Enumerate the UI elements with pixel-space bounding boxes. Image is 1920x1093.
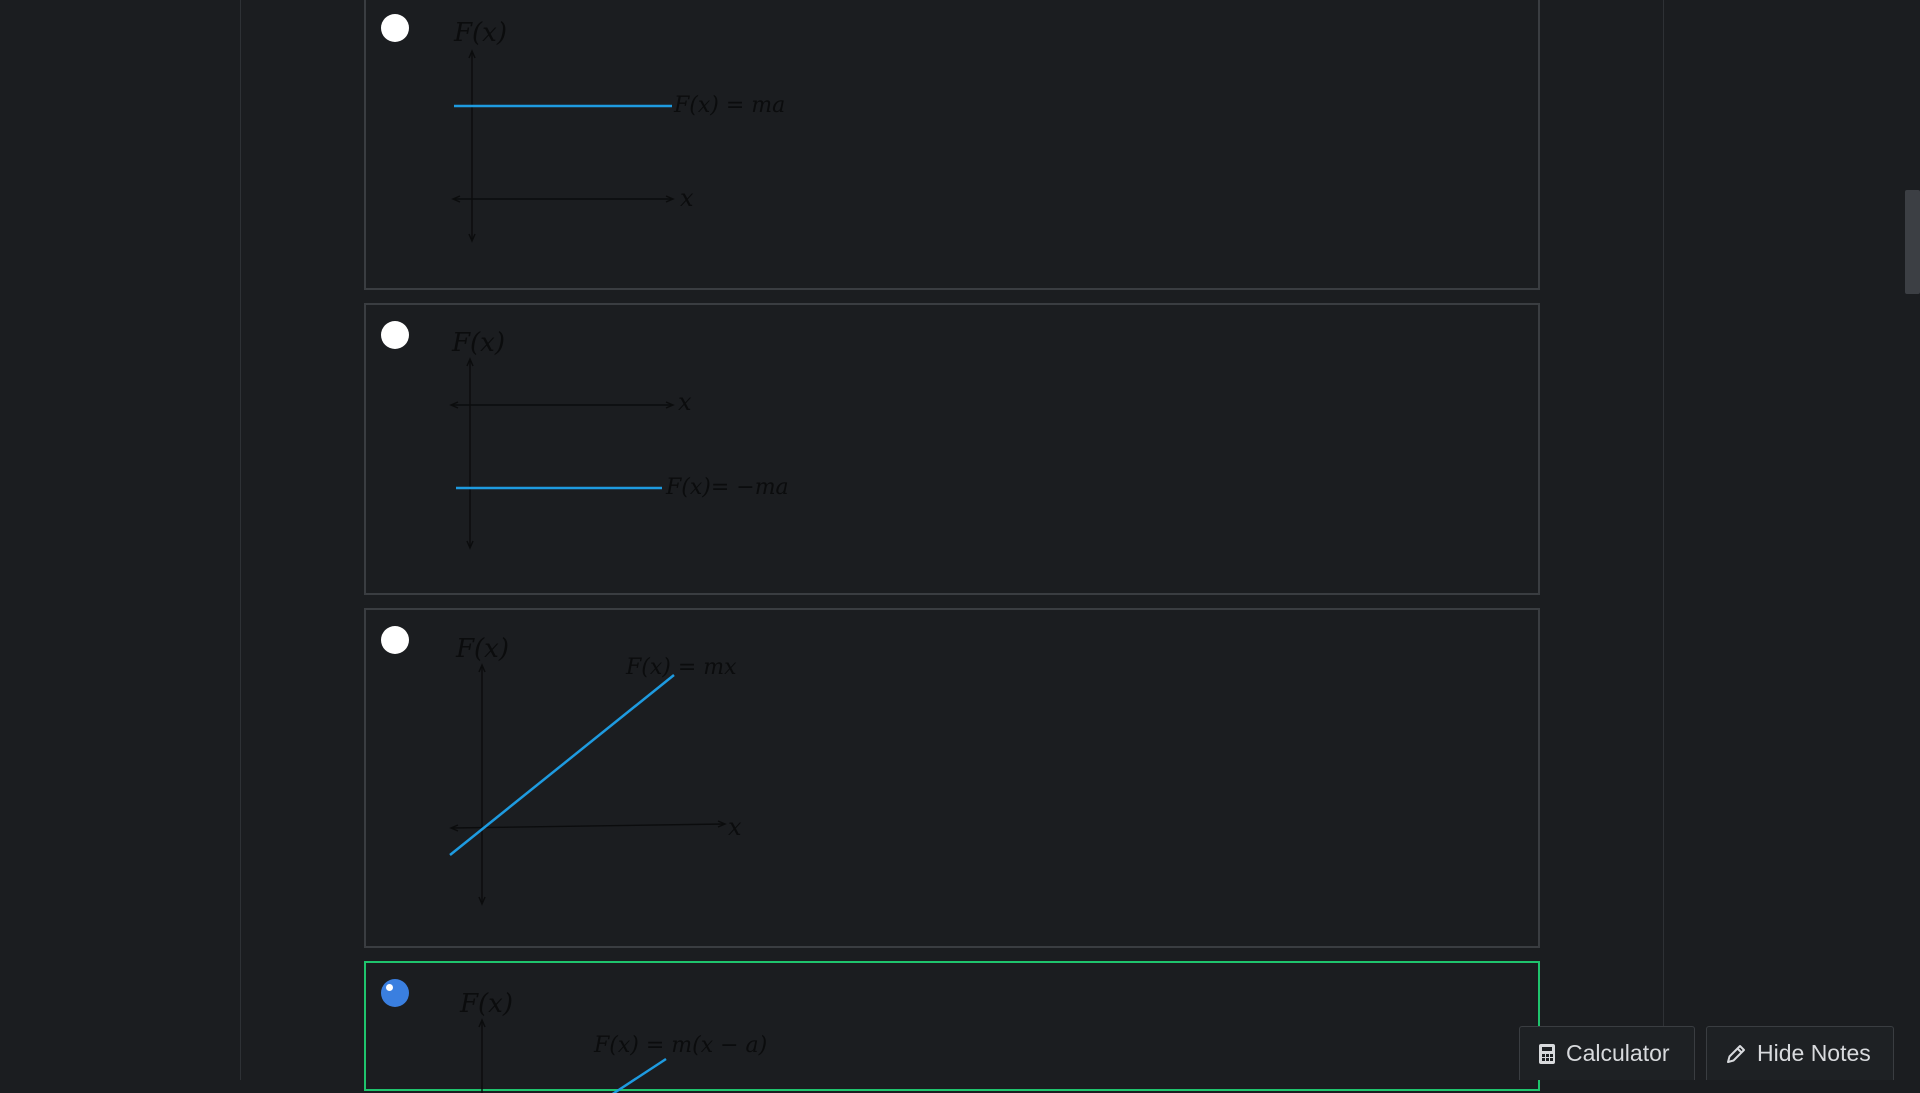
plot-line-label: F(x) = ma	[673, 93, 785, 118]
plot-line-label: F(x) = m(x − a)	[593, 1033, 767, 1058]
answer-option-2-graph: F(x) x F(x)= −ma	[449, 328, 789, 550]
answer-option-3[interactable]: F(x) x F(x) = mx	[364, 608, 1540, 948]
answer-option-3-graph: F(x) x F(x) = mx	[449, 634, 742, 906]
plot-line-label: F(x) = mx	[625, 655, 737, 680]
answer-option-4-graph: F(x) F(x) = m(x − a)	[459, 989, 767, 1093]
plot-line-label: F(x)= −ma	[665, 475, 789, 500]
x-axis-label: x	[680, 184, 694, 212]
answer-option-4-radio[interactable]	[381, 979, 409, 1007]
answer-option-3-radio[interactable]	[381, 626, 409, 654]
x-axis	[451, 823, 725, 829]
x-axis-label: x	[728, 813, 742, 841]
y-axis-label: F(x)	[453, 18, 507, 48]
calculator-button-label: Calculator	[1566, 1040, 1670, 1066]
scrollbar-thumb[interactable]	[1905, 190, 1920, 294]
y-axis-label: F(x)	[451, 328, 505, 358]
answer-option-1[interactable]: F(x) x F(x) = ma	[364, 0, 1540, 290]
answer-option-2-radio[interactable]	[381, 321, 409, 349]
calculator-button[interactable]: Calculator	[1519, 1026, 1695, 1080]
plot-line	[449, 674, 675, 856]
plot-line	[611, 1057, 667, 1093]
y-axis-label: F(x)	[455, 634, 509, 664]
y-axis-label: F(x)	[459, 989, 513, 1019]
calculator-icon	[1539, 1043, 1555, 1064]
answer-option-1-radio[interactable]	[381, 14, 409, 42]
answer-option-1-graph: F(x) x F(x) = ma	[451, 18, 785, 243]
content-column-left-border	[240, 0, 241, 1080]
answer-option-2[interactable]: F(x) x F(x)= −ma	[364, 303, 1540, 595]
hide-notes-button-label: Hide Notes	[1757, 1040, 1871, 1066]
answer-option-4[interactable]: F(x) F(x) = m(x − a)	[364, 961, 1540, 1093]
content-column-right-border	[1663, 0, 1664, 1080]
x-axis-label: x	[678, 388, 692, 416]
hide-notes-button[interactable]: Hide Notes	[1706, 1026, 1894, 1080]
pencil-icon	[1727, 1044, 1745, 1063]
